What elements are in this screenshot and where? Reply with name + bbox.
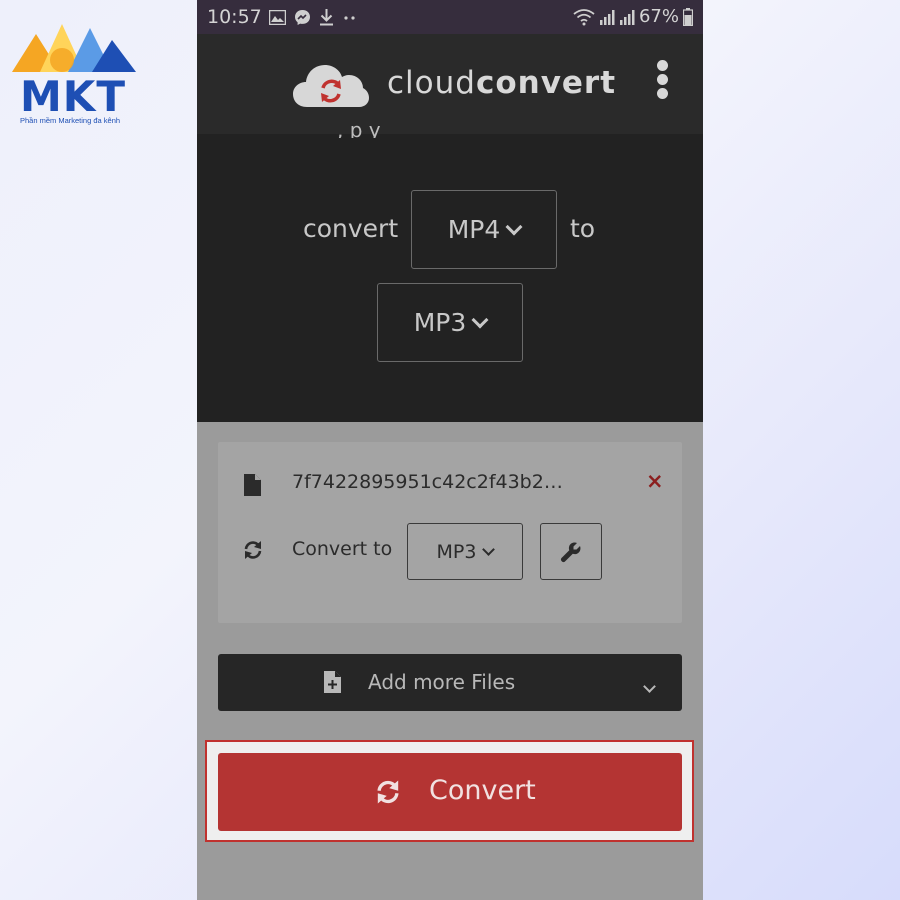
status-time: 10:57 (207, 6, 262, 28)
brand-name: MKT (20, 72, 126, 121)
from-format-dropdown[interactable]: MP4 (411, 190, 557, 269)
image-icon (269, 10, 286, 25)
file-name: 7f7422895951c42c2f43b2d3791ec... (292, 471, 572, 493)
settings-wrench-button[interactable] (540, 523, 602, 580)
mkt-logo: MKT Phần mềm Marketing đa kênh (12, 20, 136, 130)
add-more-files-button[interactable]: Add more Files (218, 654, 682, 711)
app-logo-text: cloudconvert (387, 65, 616, 101)
status-icons-right: 67% (573, 6, 693, 27)
messenger-icon (295, 10, 310, 25)
wifi-icon (573, 8, 595, 25)
convert-button-label: Convert (429, 775, 536, 806)
signal-icon (599, 9, 615, 25)
from-format-label: MP4 (447, 215, 501, 244)
logo-bold-text: convert (475, 65, 617, 101)
brand-tagline: Phần mềm Marketing đa kênh (20, 116, 121, 125)
target-format-label: MP3 (436, 540, 477, 563)
file-icon (244, 474, 261, 496)
status-bar: 10:57 67% (197, 0, 703, 34)
to-format-dropdown[interactable]: MP3 (377, 283, 523, 362)
chevron-down-icon (482, 542, 496, 556)
logo-light-text: cloud (387, 65, 476, 101)
chevron-down-icon (505, 218, 523, 235)
cloud-logo-icon (293, 65, 369, 107)
mkt-mountain-icon (12, 24, 136, 72)
chevron-down-icon (471, 311, 489, 328)
chevron-down-icon (643, 676, 656, 695)
convert-to-label: Convert to (292, 538, 393, 560)
battery-icon (683, 7, 693, 26)
battery-percent: 67% (638, 6, 679, 27)
to-word: to (570, 214, 596, 243)
convert-word: convert (303, 214, 399, 243)
refresh-icon (377, 780, 399, 804)
app-header: cloudconvert (197, 34, 703, 134)
refresh-icon (244, 541, 262, 559)
phone-screen: 10:57 67% cloudconvert , p y convert MP4… (197, 0, 703, 900)
remove-file-icon[interactable]: × (646, 469, 664, 493)
partial-text: , p y (337, 118, 381, 138)
add-file-icon (324, 671, 341, 693)
more-dots-icon (344, 15, 355, 20)
convert-button[interactable]: Convert (218, 753, 682, 831)
download-icon (320, 9, 333, 26)
file-card: 7f7422895951c42c2f43b2d3791ec... × Conve… (218, 442, 682, 623)
status-icons-left (269, 9, 358, 26)
target-format-dropdown[interactable]: MP3 (407, 523, 523, 580)
wrench-icon (560, 542, 581, 562)
to-format-label: MP3 (413, 308, 467, 337)
signal-icon (619, 9, 635, 25)
conversion-selector: , p y convert MP4 to MP3 (197, 118, 703, 422)
kebab-menu-icon[interactable] (655, 60, 669, 104)
add-more-files-label: Add more Files (368, 670, 516, 694)
